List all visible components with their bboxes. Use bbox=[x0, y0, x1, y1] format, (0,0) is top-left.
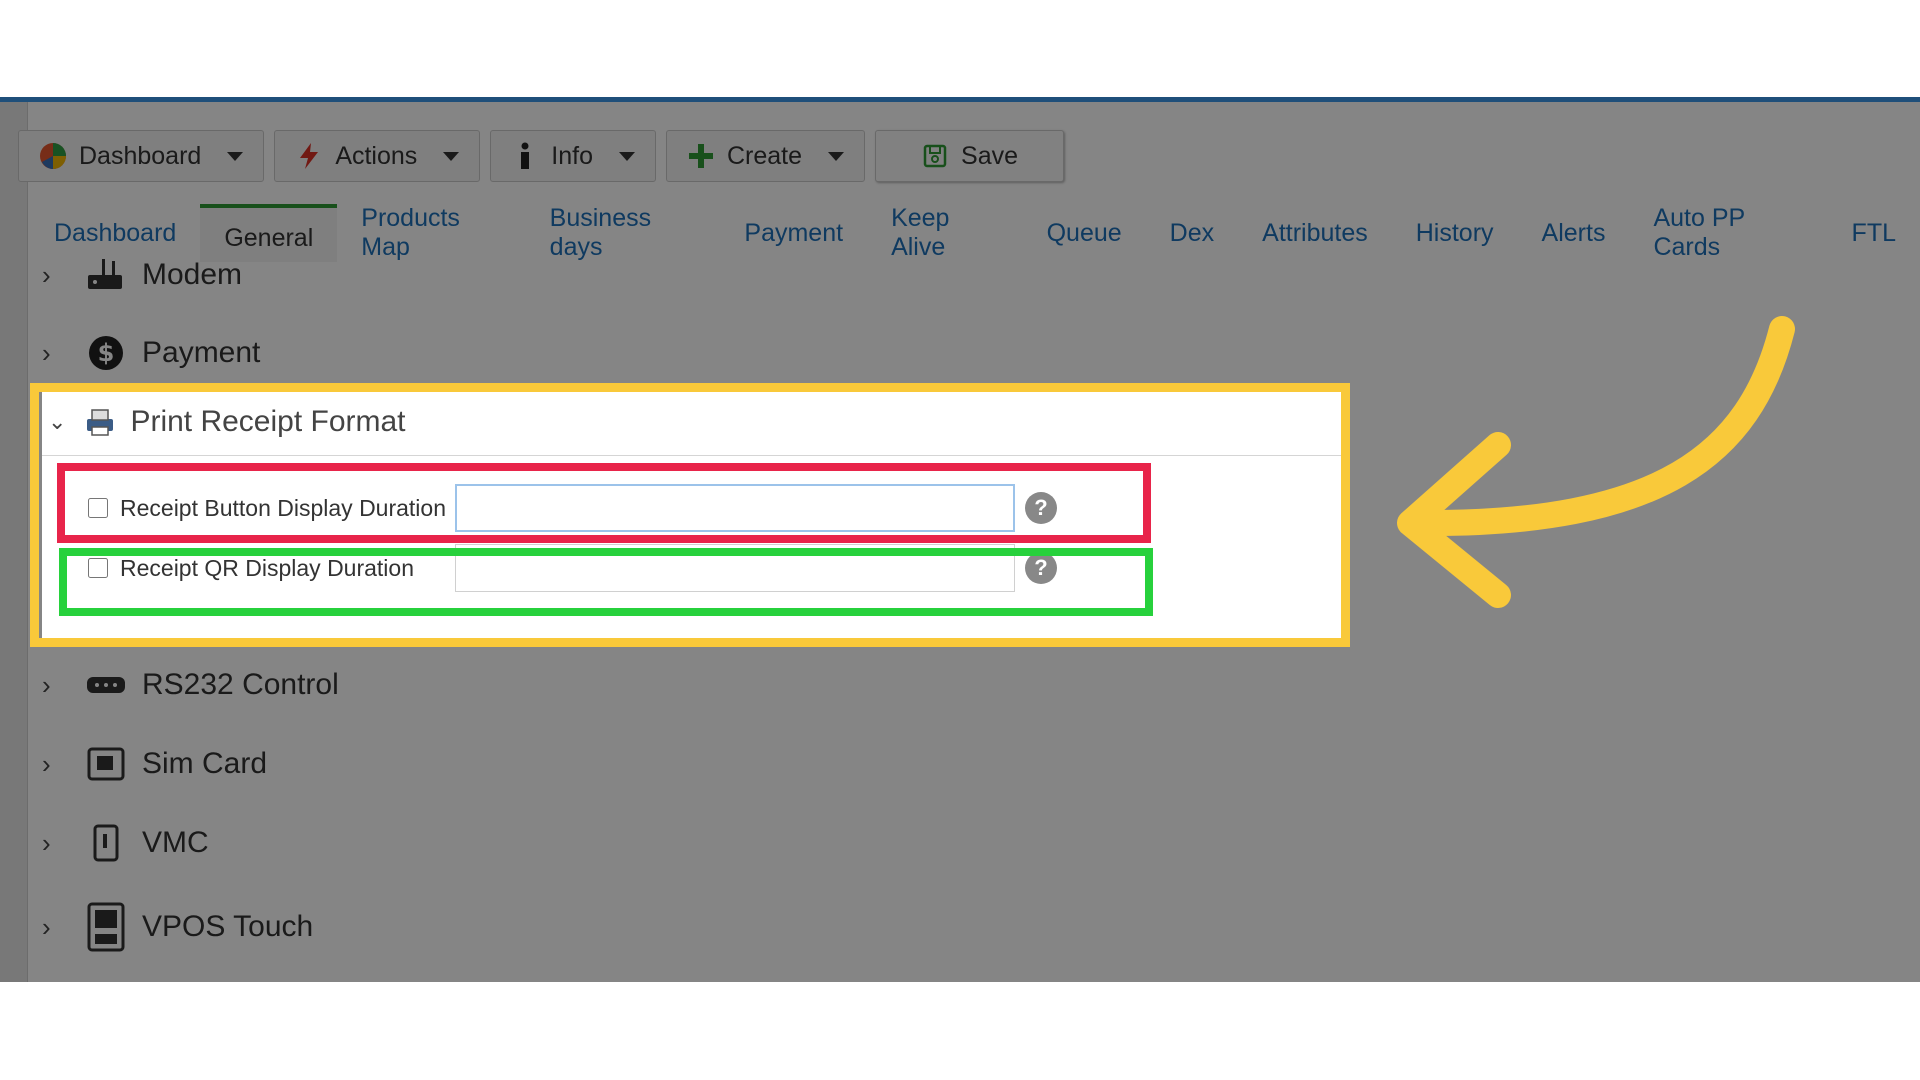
section-modem[interactable]: › Modem bbox=[30, 245, 1920, 305]
print-receipt-header[interactable]: ⌄ Print Receipt Format bbox=[42, 388, 1342, 456]
chevron-down-icon bbox=[828, 151, 845, 161]
section-vpos-touch[interactable]: › VPOS Touch bbox=[30, 897, 1920, 957]
modem-icon bbox=[84, 253, 128, 297]
pie-chart-icon bbox=[39, 142, 67, 170]
save-button[interactable]: Save bbox=[875, 130, 1065, 182]
section-label: RS232 Control bbox=[142, 668, 339, 701]
info-button[interactable]: Info bbox=[490, 130, 656, 182]
help-icon[interactable]: ? bbox=[1025, 492, 1057, 524]
chevron-down-icon bbox=[227, 151, 244, 161]
chevron-down-icon bbox=[619, 151, 635, 161]
create-button-label: Create bbox=[727, 141, 803, 170]
receipt-button-label: Receipt Button Display Duration bbox=[120, 494, 446, 521]
section-vmc[interactable]: › VMC bbox=[30, 813, 1920, 873]
chevron-right-icon: › bbox=[42, 669, 51, 700]
section-rs232-control[interactable]: › RS232 Control bbox=[30, 655, 1920, 715]
section-payment[interactable]: › $ Payment bbox=[30, 323, 1920, 383]
toolbar: Dashboard Actions Info Create Save bbox=[18, 130, 1065, 184]
svg-text:$: $ bbox=[98, 339, 115, 367]
section-label: VPOS Touch bbox=[142, 910, 314, 943]
save-icon bbox=[921, 142, 949, 170]
create-button[interactable]: Create bbox=[666, 130, 866, 182]
chevron-right-icon: › bbox=[42, 911, 51, 942]
sim-card-icon bbox=[84, 742, 128, 786]
receipt-qr-checkbox[interactable] bbox=[88, 558, 108, 578]
chevron-right-icon: › bbox=[42, 259, 51, 290]
pos-terminal-icon bbox=[84, 902, 128, 952]
dashboard-button[interactable]: Dashboard bbox=[18, 130, 265, 182]
section-label: Modem bbox=[142, 258, 243, 291]
receipt-qr-row: Receipt QR Display Duration ? bbox=[88, 538, 1057, 598]
info-icon bbox=[511, 142, 539, 170]
section-print-receipt-format: ⌄ Print Receipt Format Receipt Button Di… bbox=[42, 388, 1342, 638]
left-rail bbox=[0, 102, 28, 982]
actions-button[interactable]: Actions bbox=[274, 130, 481, 182]
chevron-right-icon: › bbox=[42, 337, 51, 368]
info-button-label: Info bbox=[551, 141, 593, 170]
chevron-down-icon bbox=[443, 151, 460, 161]
receipt-qr-label: Receipt QR Display Duration bbox=[120, 554, 415, 581]
serial-port-icon bbox=[84, 663, 128, 707]
receipt-button-duration-input[interactable] bbox=[455, 484, 1015, 532]
section-label: Sim Card bbox=[142, 747, 268, 780]
section-sim-card[interactable]: › Sim Card bbox=[30, 734, 1920, 794]
dollar-icon: $ bbox=[84, 331, 128, 375]
plus-icon bbox=[687, 142, 715, 170]
section-label: Payment bbox=[142, 336, 261, 369]
section-label: VMC bbox=[142, 826, 209, 859]
help-icon[interactable]: ? bbox=[1025, 552, 1057, 584]
section-label: Print Receipt Format bbox=[130, 404, 406, 438]
chevron-right-icon: › bbox=[42, 827, 51, 858]
actions-button-label: Actions bbox=[335, 141, 418, 170]
lightning-icon bbox=[295, 142, 323, 170]
save-button-label: Save bbox=[961, 141, 1019, 170]
printer-icon bbox=[84, 404, 120, 440]
chevron-right-icon: › bbox=[42, 748, 51, 779]
vending-machine-icon bbox=[84, 821, 128, 865]
dashboard-button-label: Dashboard bbox=[79, 141, 202, 170]
chevron-down-icon: ⌄ bbox=[48, 408, 67, 434]
receipt-button-checkbox[interactable] bbox=[88, 498, 108, 518]
receipt-button-row: Receipt Button Display Duration ? bbox=[88, 478, 1057, 538]
receipt-qr-duration-input[interactable] bbox=[455, 544, 1015, 592]
